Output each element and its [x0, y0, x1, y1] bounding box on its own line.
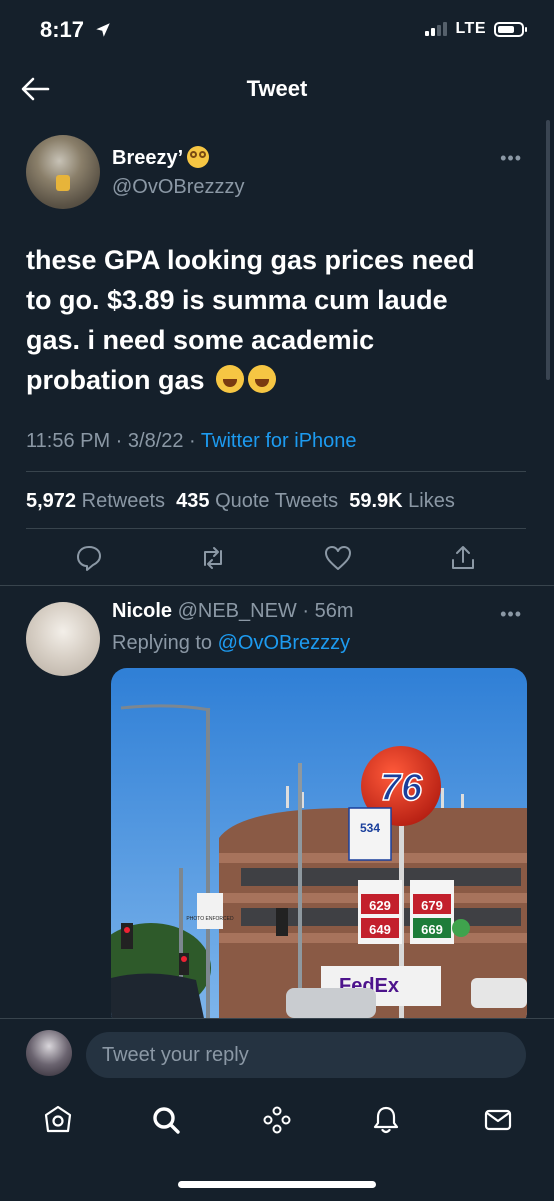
union76-logo: 76: [380, 767, 423, 809]
status-time: 8:17: [40, 17, 112, 43]
network-label: LTE: [455, 20, 486, 37]
share-icon[interactable]: [448, 543, 478, 573]
divider: [0, 585, 554, 586]
likes-stat[interactable]: 59.9K Likes: [349, 490, 455, 512]
battery-icon: [494, 21, 527, 37]
home-icon[interactable]: [42, 1104, 74, 1136]
reply-input[interactable]: [86, 1032, 526, 1078]
scrollbar[interactable]: [546, 120, 550, 380]
author-avatar[interactable]: [26, 135, 100, 209]
location-arrow-icon: [96, 23, 110, 37]
premium-price: 679: [421, 898, 443, 913]
tweet-text: these GPA looking gas prices need to go.…: [26, 245, 475, 395]
photo-enforced-sign: PHOTO ENFORCED: [186, 916, 234, 922]
reply-icon[interactable]: [74, 543, 104, 573]
like-heart-icon[interactable]: [323, 543, 353, 573]
regular-price: 629: [369, 898, 391, 913]
timestamp: 11:56 PM · 3/8/22 ·: [26, 430, 201, 452]
replying-to-mention[interactable]: @OvOBrezzzy: [218, 632, 351, 654]
reply-header: Nicole @NEB_NEW · 56m: [112, 600, 354, 623]
messages-envelope-icon[interactable]: [482, 1104, 514, 1136]
replying-to: Replying to @OvOBrezzzy: [112, 632, 351, 654]
home-indicator: [178, 1181, 376, 1188]
spaces-icon[interactable]: [261, 1104, 293, 1136]
plus-price: 649: [369, 922, 391, 937]
reply-author-avatar[interactable]: [26, 602, 100, 676]
retweets-stat[interactable]: 5,972 Retweets: [26, 490, 165, 512]
reply-photo[interactable]: PHOTO ENFORCED 76 534 629 649 679 669 Fe…: [111, 668, 527, 1028]
more-options-icon[interactable]: •••: [500, 148, 522, 169]
source-link[interactable]: Twitter for iPhone: [201, 430, 357, 452]
divider: [26, 471, 526, 472]
signal-icon: [425, 22, 448, 36]
more-options-icon[interactable]: •••: [500, 604, 522, 625]
tears-of-joy-emoji-icon: [216, 365, 245, 393]
engagement-stats: 5,972 Retweets 435 Quote Tweets 59.9K Li…: [26, 490, 455, 513]
coffee-sign-number: 534: [360, 821, 380, 835]
reply-author-handle[interactable]: @NEB_NEW: [178, 600, 297, 622]
divider: [26, 528, 526, 529]
user-avatar[interactable]: [26, 1030, 72, 1076]
notifications-bell-icon[interactable]: [370, 1104, 402, 1136]
dizzy-face-emoji-icon: [187, 146, 210, 168]
tweet-meta: 11:56 PM · 3/8/22 · Twitter for iPhone: [26, 430, 357, 453]
tears-of-joy-emoji-icon: [248, 365, 277, 393]
author-handle[interactable]: @OvOBrezzzy: [112, 176, 245, 199]
author-name[interactable]: Breezy’: [112, 146, 210, 170]
reply-author-name[interactable]: Nicole: [112, 600, 172, 622]
page-title: Tweet: [246, 76, 308, 101]
quotes-stat[interactable]: 435 Quote Tweets: [176, 490, 338, 512]
search-icon[interactable]: [150, 1104, 182, 1136]
status-indicators: LTE: [425, 20, 527, 38]
reply-age: · 56m: [302, 600, 354, 622]
retweet-icon[interactable]: [198, 543, 228, 573]
diesel-price: 669: [421, 922, 443, 937]
